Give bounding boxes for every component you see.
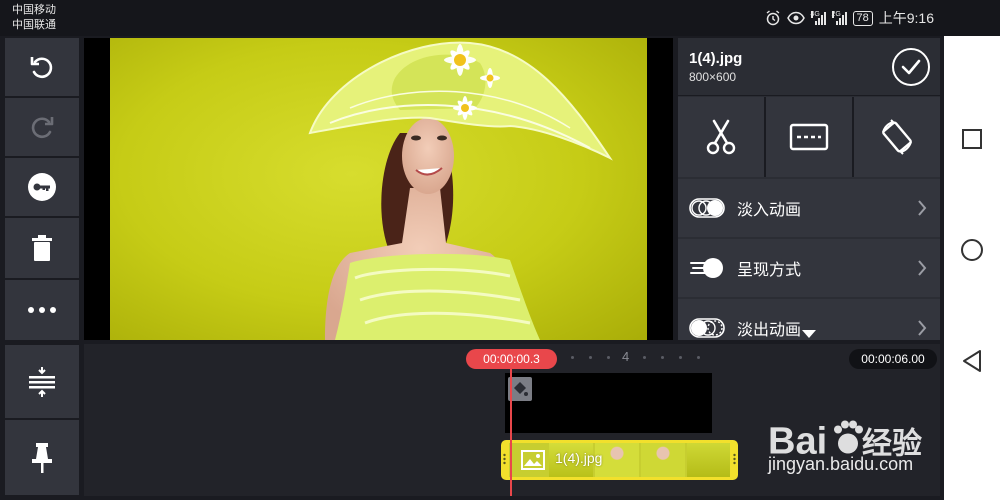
square-icon (962, 129, 982, 149)
more-icon (28, 307, 56, 313)
file-name: 1(4).jpg (689, 50, 743, 67)
redo-icon (31, 117, 54, 139)
layers-adjust-icon (29, 366, 55, 397)
network-type-1: 4G (810, 11, 820, 18)
clip-left-handle-icon[interactable] (503, 453, 506, 465)
carrier-1: 中国移动 (12, 4, 56, 16)
back-button[interactable] (958, 347, 986, 375)
video-preview[interactable] (84, 38, 673, 340)
signal-icon-2: 2G (831, 11, 847, 25)
fade-in-icon (689, 196, 725, 220)
current-time: 00:00:00.3 (466, 349, 557, 369)
eye-icon (786, 11, 805, 25)
confirm-button[interactable] (892, 48, 930, 86)
carrier-labels: 中国移动 中国联通 (12, 3, 56, 33)
ruler-dot (589, 356, 592, 359)
panel-tool-row (678, 97, 940, 177)
rotate-icon (882, 119, 912, 155)
chevron-right-icon (910, 319, 934, 337)
chevron-right-icon (910, 199, 934, 217)
chevron-right-icon (910, 259, 934, 277)
status-bar: 中国移动 中国联通 4G 2G 78 上午9:16 (0, 0, 1000, 36)
fade-in-label: 淡入动画 (737, 202, 802, 219)
ruler-dot (607, 356, 610, 359)
clip-thumbnail (641, 443, 685, 477)
redo-button[interactable] (5, 98, 79, 156)
scissors-icon (706, 119, 736, 155)
more-button[interactable] (5, 280, 79, 340)
ruler-dot (643, 356, 646, 359)
file-dimensions: 800×600 (689, 70, 737, 84)
rotate-button[interactable] (854, 97, 940, 177)
ruler-mark: 4 (622, 349, 630, 364)
image-clip[interactable]: 1(4).jpg (501, 440, 738, 480)
key-icon (28, 173, 56, 201)
circle-icon (961, 239, 983, 261)
display-mode-row[interactable]: 呈现方式 (678, 239, 940, 297)
preview-photo (110, 38, 647, 340)
fade-in-row[interactable]: 淡入动画 (678, 179, 940, 237)
recent-apps-button[interactable] (958, 125, 986, 153)
playhead[interactable] (510, 368, 512, 496)
clock: 上午9:16 (878, 10, 934, 26)
status-icons: 4G 2G 78 上午9:16 (765, 8, 934, 28)
crop-frame-icon (789, 123, 829, 151)
delete-button[interactable] (5, 218, 79, 278)
alarm-icon (766, 10, 779, 26)
undo-icon (30, 57, 53, 79)
check-icon (901, 59, 921, 75)
split-button[interactable] (678, 97, 764, 177)
battery-level: 78 (852, 10, 873, 26)
overlay-layer-track[interactable] (505, 373, 712, 433)
woman-in-hat-photo (308, 41, 613, 340)
back-triangle-icon (963, 350, 981, 372)
ruler-dot (661, 356, 664, 359)
display-mode-label: 呈现方式 (737, 262, 802, 279)
system-nav-bar (944, 36, 1000, 500)
ruler-dot (571, 356, 574, 359)
clip-thumbnail (687, 443, 730, 477)
clip-thumbnails: 1(4).jpg (509, 443, 730, 477)
fade-out-label: 淡出动画 (737, 322, 802, 339)
keyframe-button[interactable] (5, 158, 79, 216)
layer-adjust-button[interactable] (5, 345, 79, 418)
clip-properties-panel: 1(4).jpg 800×600 淡入动画 呈现方式 淡出动画 (678, 38, 940, 340)
crop-button[interactable] (766, 97, 852, 177)
signal-icon-1: 4G (810, 11, 826, 25)
carrier-2: 中国联通 (12, 19, 56, 31)
image-icon (521, 450, 545, 470)
watermark-url: jingyan.baidu.com (768, 454, 914, 474)
home-button[interactable] (958, 236, 986, 264)
file-header: 1(4).jpg 800×600 (678, 38, 940, 96)
clip-right-handle-icon[interactable] (733, 453, 736, 465)
ruler-dot (697, 356, 700, 359)
trash-icon (32, 235, 52, 261)
ruler-dot (679, 356, 682, 359)
scroll-down-indicator-icon (802, 330, 816, 338)
pin-button[interactable] (5, 420, 79, 495)
network-type-2: 2G (831, 11, 841, 18)
undo-button[interactable] (5, 38, 79, 96)
display-mode-icon (689, 256, 725, 280)
total-time: 00:00:06.00 (849, 349, 937, 369)
fade-out-icon (689, 316, 725, 340)
pin-icon (32, 442, 52, 473)
clip-label: 1(4).jpg (555, 450, 603, 466)
